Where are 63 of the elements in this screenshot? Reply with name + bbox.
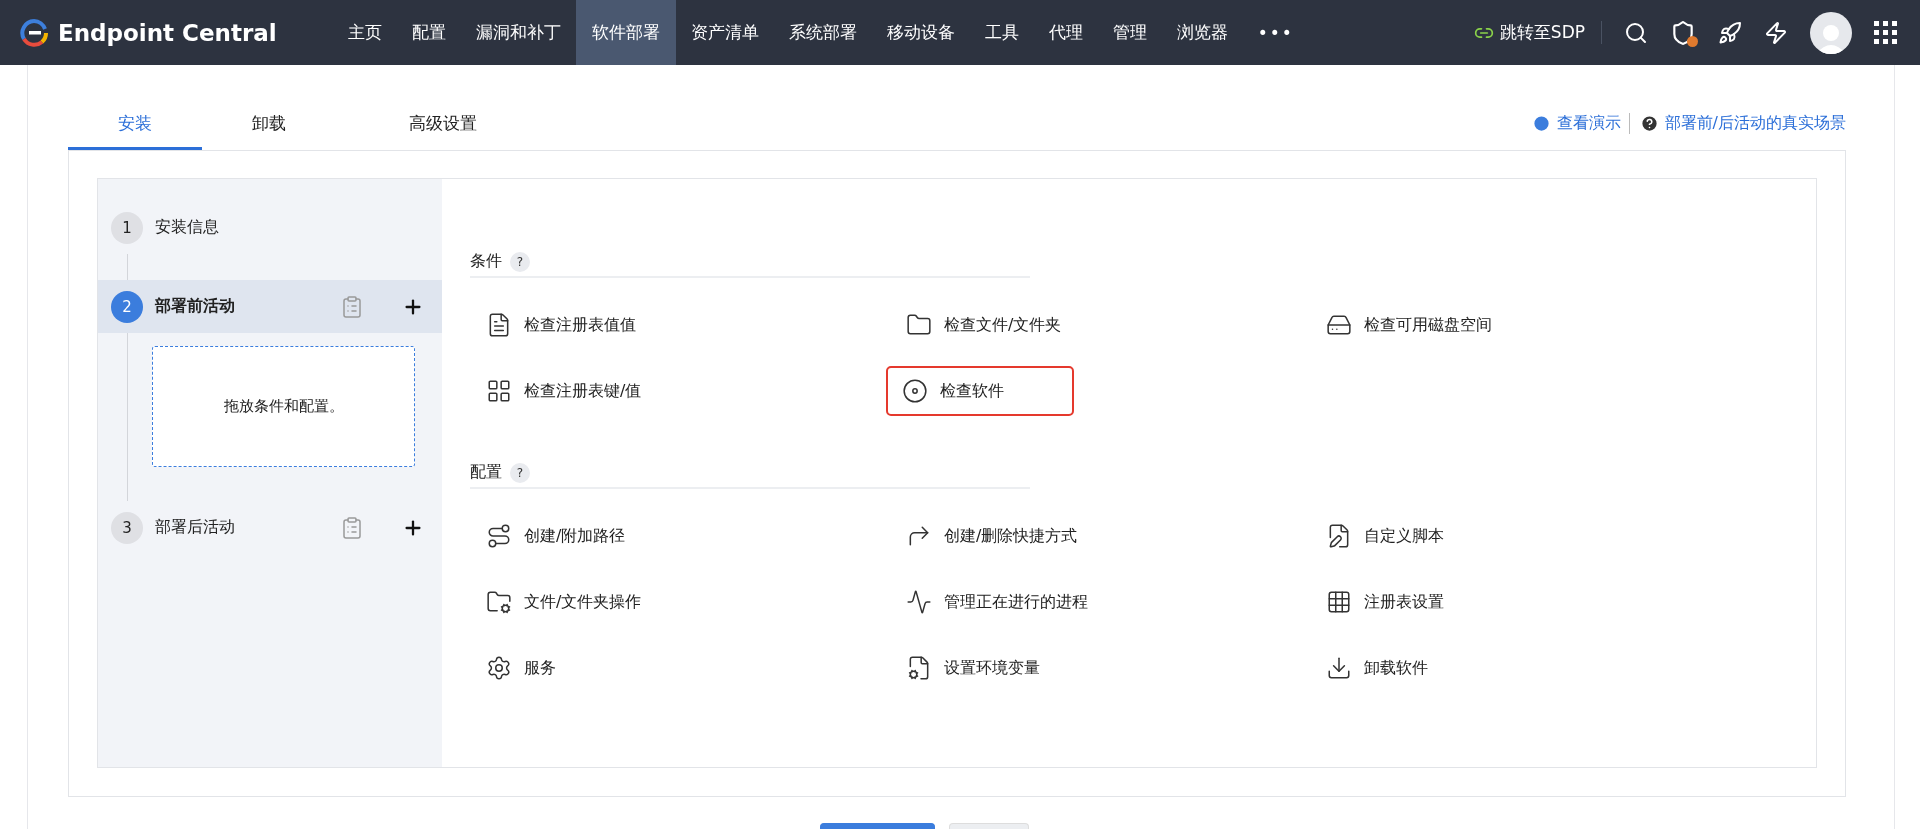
help-badge[interactable]: ?: [510, 251, 530, 272]
activity-item[interactable]: 创建/删除快捷方式: [890, 511, 1092, 561]
nav-menu-item[interactable]: 浏览器: [1161, 0, 1243, 65]
app-logo-text: Endpoint Central: [58, 19, 277, 46]
path-icon: [486, 523, 512, 549]
disc-icon: [902, 378, 928, 404]
nav-menu-item[interactable]: 代理: [1033, 0, 1098, 65]
demo-link[interactable]: 查看演示: [1531, 113, 1621, 134]
step-label[interactable]: 部署后活动: [155, 517, 328, 538]
activity-item[interactable]: 服务: [470, 643, 620, 693]
activity-item[interactable]: 自定义脚本: [1310, 511, 1460, 561]
activity-item[interactable]: 文件/文件夹操作: [470, 577, 656, 627]
activity-item[interactable]: 创建/附加路径: [470, 511, 640, 561]
logo-icon: [20, 18, 48, 47]
step-number: 1: [111, 211, 143, 244]
apps-grid-icon[interactable]: [1874, 20, 1898, 45]
step-label[interactable]: 部署前活动: [155, 296, 328, 317]
activity-item[interactable]: 检查软件: [886, 366, 1074, 416]
nav-menu-item[interactable]: 主页: [332, 0, 397, 65]
tab[interactable]: 安装: [68, 112, 202, 150]
section-title: 配置: [470, 462, 502, 483]
folder-gear-icon: [486, 589, 512, 615]
activity-item[interactable]: 设置环境变量: [890, 643, 1054, 693]
nav-menu-item[interactable]: 移动设备: [871, 0, 970, 65]
pulse-icon: [906, 589, 932, 615]
activity-item[interactable]: 管理正在进行的进程: [890, 577, 1102, 627]
more-menu[interactable]: •••: [1242, 22, 1309, 43]
gear-icon: [486, 655, 512, 681]
section-title: 条件: [470, 251, 502, 272]
step-label[interactable]: 安装信息: [155, 217, 424, 238]
lightning-icon[interactable]: [1764, 20, 1788, 45]
four-squares-icon: [486, 378, 512, 404]
step-number: 3: [111, 511, 143, 544]
activity-item[interactable]: 检查可用磁盘空间: [1310, 300, 1506, 350]
help-badge[interactable]: ?: [510, 462, 530, 483]
clipboard-icon[interactable]: [340, 515, 364, 540]
help-icon: [1639, 114, 1659, 133]
nav-menu-item[interactable]: 资产清单: [675, 0, 774, 65]
tab[interactable]: 高级设置: [376, 112, 510, 150]
tab[interactable]: 卸载: [202, 112, 336, 150]
rocket-icon[interactable]: [1718, 20, 1742, 45]
nav-menu-item[interactable]: 软件部署: [575, 0, 676, 65]
activity-item[interactable]: 检查注册表键/值: [470, 366, 656, 416]
search-icon[interactable]: [1624, 20, 1648, 45]
sdp-link[interactable]: 跳转至SDP: [1473, 21, 1602, 44]
nav-menu-item[interactable]: 管理: [1097, 0, 1162, 65]
activity-item[interactable]: 检查文件/文件夹: [890, 300, 1076, 350]
activity-item[interactable]: 卸载软件: [1310, 643, 1460, 693]
drop-zone[interactable]: 拖放条件和配置。: [152, 346, 415, 467]
shield-icon[interactable]: [1670, 19, 1696, 46]
activity-item[interactable]: 检查注册表值值: [470, 300, 650, 350]
download-icon: [1326, 655, 1352, 681]
nav-menu-item[interactable]: 系统部署: [773, 0, 872, 65]
nav-menu-item[interactable]: 配置: [396, 0, 461, 65]
clipboard-icon[interactable]: [340, 294, 364, 319]
nav-menu-item[interactable]: 漏洞和补丁: [460, 0, 576, 65]
help-link[interactable]: 部署前/后活动的真实场景: [1628, 113, 1846, 134]
activity-item[interactable]: 注册表设置: [1310, 577, 1460, 627]
user-avatar[interactable]: [1810, 11, 1852, 54]
step-number: 2: [111, 290, 143, 323]
nav-menu-item[interactable]: 工具: [969, 0, 1034, 65]
grid-icon: [1326, 589, 1352, 615]
step-row[interactable]: 2 部署前活动: [98, 280, 442, 333]
